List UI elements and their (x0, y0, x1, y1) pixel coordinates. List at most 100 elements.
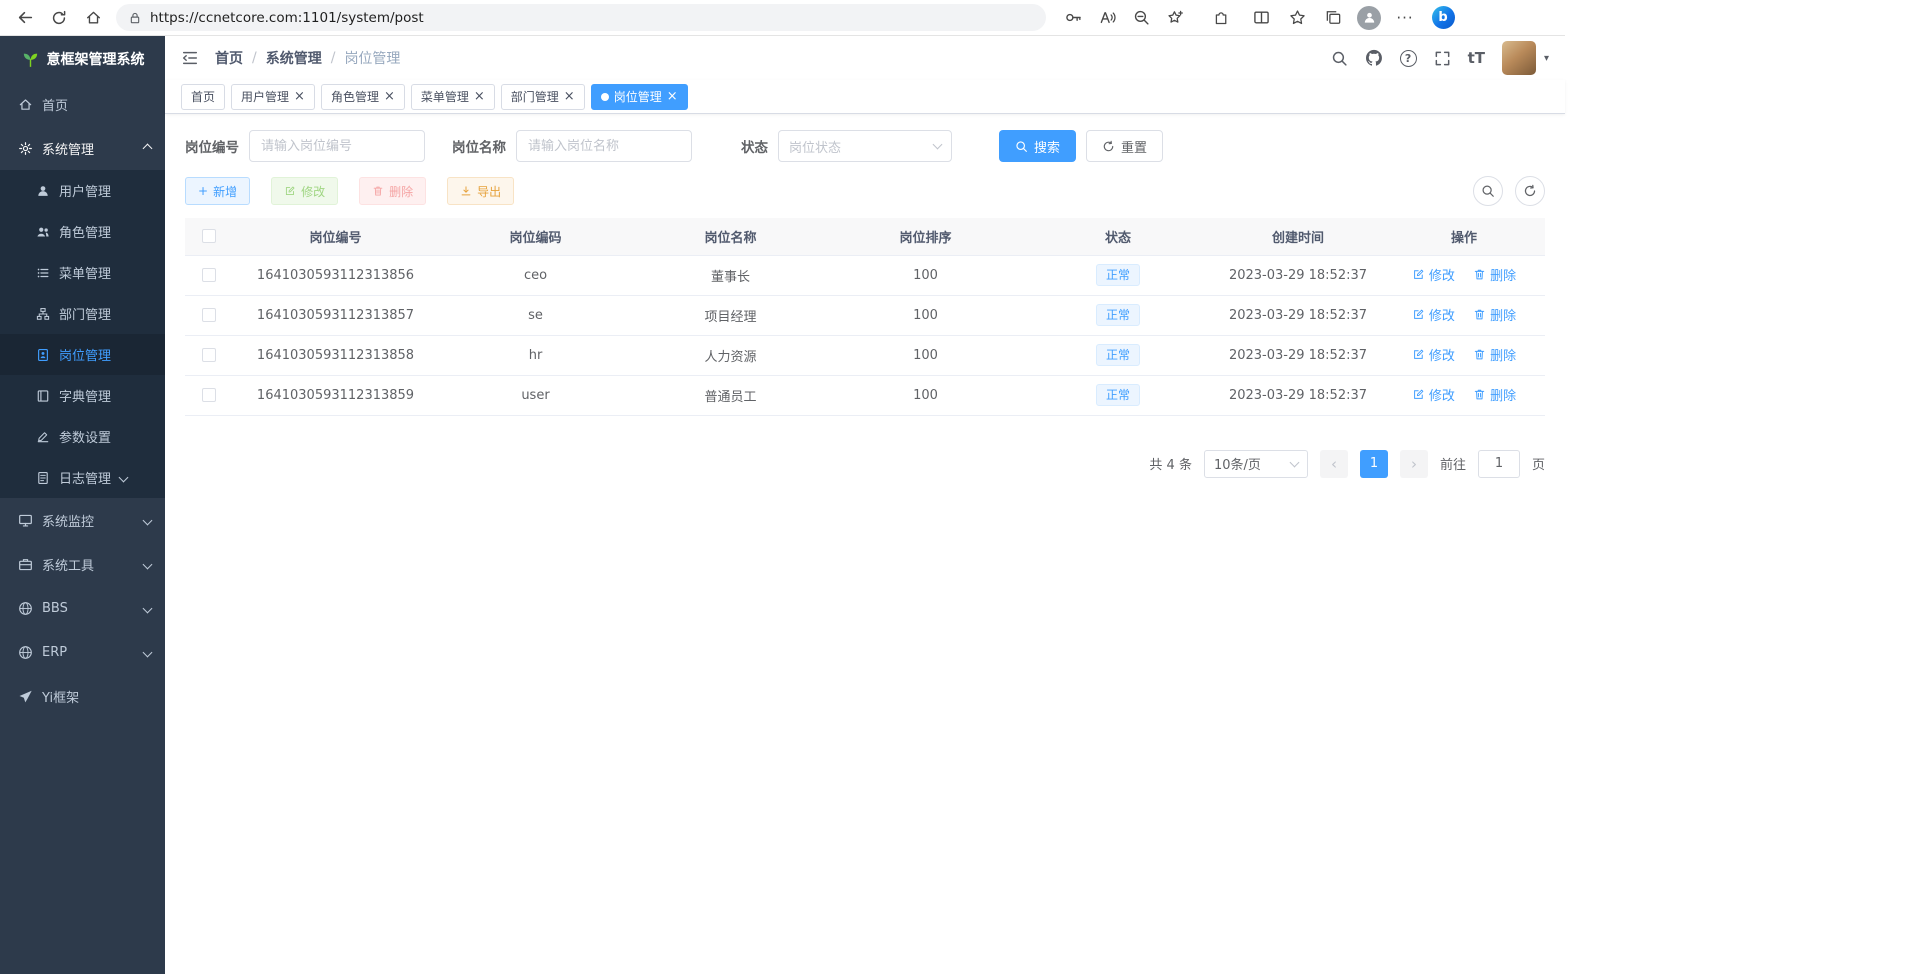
status-badge: 正常 (1096, 304, 1140, 326)
chevron-down-icon (119, 473, 129, 483)
close-icon[interactable]: × (474, 90, 485, 103)
status-badge: 正常 (1096, 264, 1140, 286)
edit-button[interactable]: 修改 (271, 177, 338, 205)
row-checkbox[interactable] (202, 388, 216, 402)
row-edit-link[interactable]: 修改 (1412, 305, 1455, 324)
sidebar-item-bbs[interactable]: BBS (0, 586, 165, 630)
document-icon (36, 471, 50, 485)
delete-button[interactable]: 删除 (359, 177, 426, 205)
sidebar-item-erp[interactable]: ERP (0, 630, 165, 674)
close-icon[interactable]: × (384, 90, 395, 103)
status-badge: 正常 (1096, 384, 1140, 406)
tab-user-management[interactable]: 用户管理 × (231, 84, 315, 110)
status-badge: 正常 (1096, 344, 1140, 366)
prev-page-button[interactable]: ‹ (1320, 450, 1348, 478)
bing-chat-button[interactable]: b (1428, 3, 1458, 33)
paper-plane-icon (18, 689, 33, 704)
select-all-checkbox[interactable] (202, 229, 216, 243)
row-delete-link[interactable]: 删除 (1473, 345, 1516, 364)
favorites-icon[interactable] (1282, 3, 1312, 33)
tab-home[interactable]: 首页 (181, 84, 225, 110)
close-icon[interactable]: × (564, 90, 575, 103)
users-icon (36, 225, 50, 239)
tab-dept-management[interactable]: 部门管理 × (501, 84, 585, 110)
read-aloud-icon[interactable] (1092, 3, 1122, 33)
sidebar-item-user-management[interactable]: 用户管理 (0, 170, 165, 211)
github-icon[interactable] (1365, 49, 1383, 67)
goto-page-input[interactable] (1478, 450, 1520, 478)
sidebar-item-menu-management[interactable]: 菜单管理 (0, 252, 165, 293)
password-key-icon[interactable] (1058, 3, 1088, 33)
help-icon[interactable]: ? (1400, 50, 1417, 67)
extensions-icon[interactable] (1206, 3, 1236, 33)
app-header: 首页 / 系统管理 / 岗位管理 ? tT ▾ (165, 36, 1565, 80)
sidebar-item-log-management[interactable]: 日志管理 (0, 457, 165, 498)
browser-profile-avatar[interactable] (1354, 3, 1384, 33)
export-button[interactable]: 导出 (447, 177, 514, 205)
sidebar-item-system-monitor[interactable]: 系统监控 (0, 498, 165, 542)
tab-post-management[interactable]: 岗位管理 × (591, 84, 688, 110)
chevron-down-icon (143, 515, 153, 525)
add-button[interactable]: + 新增 (185, 177, 250, 205)
row-delete-link[interactable]: 删除 (1473, 385, 1516, 404)
refresh-table-button[interactable] (1515, 176, 1545, 206)
sidebar-item-system-management[interactable]: 系统管理 (0, 126, 165, 170)
status-select[interactable]: 岗位状态 (778, 130, 952, 162)
avatar-caret-icon[interactable]: ▾ (1544, 53, 1549, 64)
fullscreen-icon[interactable] (1434, 50, 1451, 67)
reset-button[interactable]: 重置 (1086, 130, 1163, 162)
sidebar-item-home[interactable]: 首页 (0, 82, 165, 126)
post-name-input[interactable] (516, 130, 692, 162)
collections-icon[interactable] (1318, 3, 1348, 33)
search-button[interactable]: 搜索 (999, 130, 1076, 162)
toggle-search-button[interactable] (1473, 176, 1503, 206)
row-edit-link[interactable]: 修改 (1412, 265, 1455, 284)
zoom-icon[interactable] (1126, 3, 1156, 33)
row-checkbox[interactable] (202, 308, 216, 322)
page-size-select[interactable]: 10条/页 (1204, 450, 1308, 478)
user-avatar[interactable] (1502, 41, 1536, 75)
tab-menu-management[interactable]: 菜单管理 × (411, 84, 495, 110)
breadcrumb-current: 岗位管理 (344, 48, 400, 68)
text-size-icon[interactable]: tT (1468, 49, 1485, 67)
close-icon[interactable]: × (294, 90, 305, 103)
chevron-up-icon (143, 143, 153, 153)
sidebar-item-param-settings[interactable]: 参数设置 (0, 416, 165, 457)
close-icon[interactable]: × (667, 90, 678, 103)
sidebar-item-system-tools[interactable]: 系统工具 (0, 542, 165, 586)
row-delete-link[interactable]: 删除 (1473, 265, 1516, 284)
browser-back-button[interactable] (10, 3, 40, 33)
col-status: 状态 (1023, 218, 1213, 255)
row-checkbox[interactable] (202, 268, 216, 282)
split-screen-icon[interactable] (1246, 3, 1276, 33)
page-number-1[interactable]: 1 (1360, 450, 1388, 478)
browser-home-button[interactable] (78, 3, 108, 33)
browser-refresh-button[interactable] (44, 3, 74, 33)
search-icon[interactable] (1331, 50, 1348, 67)
sidebar-item-role-management[interactable]: 角色管理 (0, 211, 165, 252)
tab-role-management[interactable]: 角色管理 × (321, 84, 405, 110)
row-delete-link[interactable]: 删除 (1473, 305, 1516, 324)
breadcrumb-home[interactable]: 首页 (215, 48, 243, 68)
address-bar[interactable]: https://ccnetcore.com:1101/system/post (116, 4, 1046, 31)
chevron-down-icon (143, 559, 153, 569)
sidebar-item-post-management[interactable]: 岗位管理 (0, 334, 165, 375)
sidebar-item-dict-management[interactable]: 字典管理 (0, 375, 165, 416)
table-row: 1641030593112313857 se 项目经理 100 正常 2023-… (185, 295, 1545, 335)
browser-menu-button[interactable]: ··· (1390, 3, 1420, 33)
next-page-button[interactable]: › (1400, 450, 1428, 478)
book-icon (36, 389, 50, 403)
post-no-input[interactable] (249, 130, 425, 162)
post-name-label: 岗位名称 (452, 136, 506, 156)
add-favorite-icon[interactable] (1160, 3, 1190, 33)
sidebar-item-dept-management[interactable]: 部门管理 (0, 293, 165, 334)
col-post-code: 岗位编码 (438, 218, 633, 255)
breadcrumb-system[interactable]: 系统管理 (266, 48, 322, 68)
row-edit-link[interactable]: 修改 (1412, 345, 1455, 364)
table-row: 1641030593112313856 ceo 董事长 100 正常 2023-… (185, 255, 1545, 295)
briefcase-icon (18, 557, 33, 572)
row-edit-link[interactable]: 修改 (1412, 385, 1455, 404)
row-checkbox[interactable] (202, 348, 216, 362)
sidebar-fold-button[interactable] (181, 49, 199, 67)
sidebar-item-yi-framework[interactable]: Yi框架 (0, 674, 165, 718)
